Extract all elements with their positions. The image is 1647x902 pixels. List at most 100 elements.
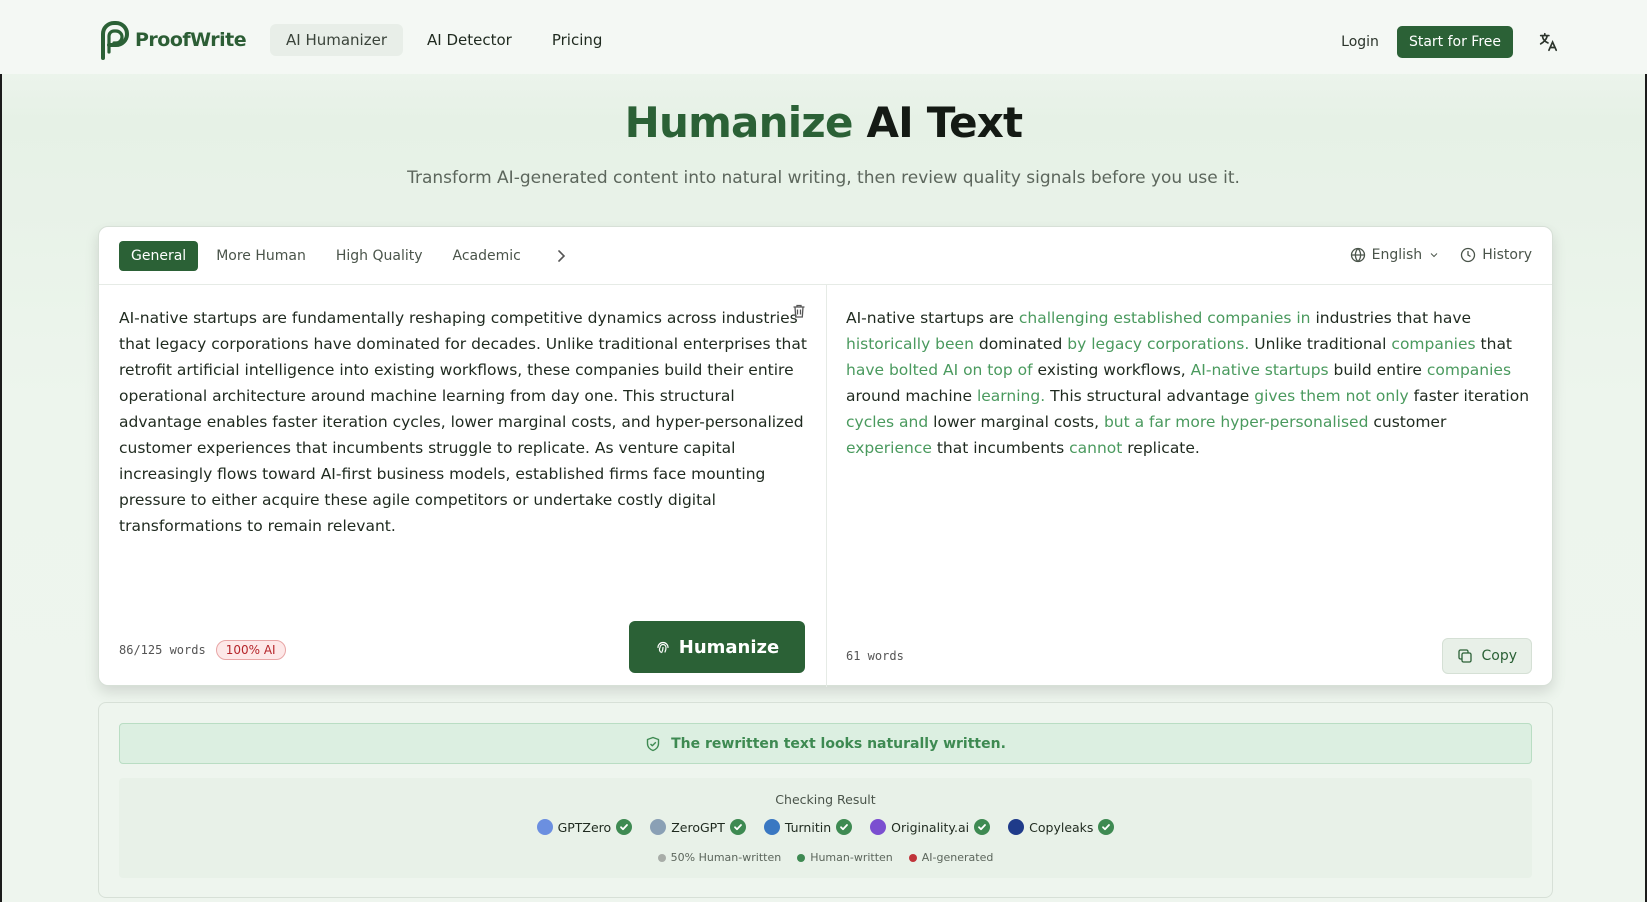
clock-icon [1461, 247, 1476, 263]
tab-academic[interactable]: Academic [441, 241, 533, 271]
detector-name: Originality.ai [891, 819, 970, 835]
humanize-button[interactable]: Humanize [629, 621, 805, 673]
rewritten-segment: AI-native startups [1190, 361, 1329, 379]
shield-check-icon [646, 736, 660, 751]
header-actions: Login Start for Free [1335, 26, 1559, 58]
checking-result-title: Checking Result [775, 792, 876, 807]
output-segment: around machine [846, 387, 977, 405]
detector-name: Copyleaks [1029, 819, 1094, 835]
rewritten-segment: cycles and [846, 413, 929, 431]
check-icon [836, 819, 853, 835]
history-button[interactable]: History [1460, 247, 1532, 263]
result-banner-text: The rewritten text looks naturally writt… [671, 735, 1006, 752]
legend-label: AI-generated [921, 851, 994, 864]
output-segment: that incumbents [931, 439, 1070, 457]
detector-logo-icon [650, 819, 667, 835]
detector-logo-icon [536, 819, 553, 835]
legend-item: Human-written [797, 851, 893, 864]
detector-originality-ai: Originality.ai [870, 819, 991, 835]
legend-item: 50% Human-written [657, 851, 782, 864]
legend-item: AI-generated [908, 851, 994, 864]
detector-copyleaks: Copyleaks [1008, 819, 1115, 835]
legend-dot-icon [657, 853, 666, 862]
chevron-down-icon [1430, 253, 1438, 258]
nav-pricing[interactable]: Pricing [536, 24, 619, 56]
humanize-label: Humanize [678, 636, 780, 658]
history-label: History [1482, 247, 1532, 263]
editor-tools: English History [1350, 247, 1532, 263]
input-textarea[interactable]: AI-native startups are fundamentally res… [119, 305, 809, 539]
rewritten-segment: challenging established companies in [1018, 309, 1311, 327]
tab-more-human[interactable]: More Human [204, 241, 318, 271]
detector-name: ZeroGPT [671, 819, 725, 835]
output-segment: that [1475, 335, 1513, 353]
detector-list: GPTZero ZeroGPT Turnitin Originality.ai Copy… [119, 819, 1532, 835]
main-nav: AI Humanizer AI Detector Pricing [270, 24, 618, 56]
output-text: AI-native startups are challenging estab… [846, 305, 1536, 461]
input-word-count: 86/125 words [119, 643, 206, 657]
tab-general[interactable]: General [119, 241, 199, 271]
fingerprint-icon [657, 641, 669, 654]
result-panel: The rewritten text looks naturally writt… [98, 702, 1553, 898]
trash-icon[interactable] [791, 303, 807, 319]
chevron-right-icon[interactable] [549, 244, 573, 268]
tab-high-quality[interactable]: High Quality [324, 241, 435, 271]
result-banner: The rewritten text looks naturally writt… [119, 723, 1532, 764]
output-segment: industries that have [1310, 309, 1472, 327]
check-icon [729, 819, 746, 835]
rewritten-segment: but a far more hyper-personalised [1103, 413, 1369, 431]
pane-divider [826, 285, 827, 687]
detector-logo-icon [1008, 819, 1025, 835]
legend-label: Human-written [810, 851, 893, 864]
output-segment: This structural advantage [1045, 387, 1255, 405]
rewritten-segment: cannot [1069, 439, 1123, 457]
rewritten-segment: by legacy corporations. [1067, 335, 1250, 353]
output-segment: dominated [973, 335, 1068, 353]
site-header: ProofWrite AI Humanizer AI Detector Pric… [0, 0, 1647, 74]
login-link[interactable]: Login [1335, 28, 1385, 56]
language-select[interactable]: English [1350, 247, 1441, 263]
page-title: Humanize AI Text [0, 98, 1647, 147]
brand-name: ProofWrite [135, 29, 247, 51]
detector-turnitin: Turnitin [763, 819, 853, 835]
detector-name: GPTZero [557, 819, 612, 835]
checking-result: Checking Result GPTZero ZeroGPT Turnitin Or… [119, 778, 1532, 878]
detector-logo-icon [763, 819, 780, 835]
page-subtitle: Transform AI-generated content into natu… [407, 168, 1240, 188]
legend-label: 50% Human-written [670, 851, 782, 864]
rewritten-segment: have bolted AI on top of [846, 361, 1033, 379]
rewritten-segment: companies [1426, 361, 1512, 379]
mode-tabs: General More Human High Quality Academic [119, 241, 573, 271]
legend-dot-icon [908, 853, 917, 862]
copy-icon [1458, 649, 1473, 663]
language-value: English [1371, 247, 1423, 263]
proofwrite-logo-icon [101, 21, 129, 60]
translate-icon[interactable] [1537, 31, 1559, 53]
copy-label: Copy [1481, 648, 1517, 664]
nav-ai-humanizer[interactable]: AI Humanizer [270, 24, 403, 56]
output-segment: faster iteration [1408, 387, 1530, 405]
output-segment: Unlike traditional [1249, 335, 1392, 353]
rewritten-segment: historically been [846, 335, 974, 353]
check-icon [616, 819, 633, 835]
detector-logo-icon [870, 819, 887, 835]
rewritten-segment: companies [1391, 335, 1476, 353]
rewritten-segment: learning. [976, 387, 1046, 405]
detector-name: Turnitin [784, 819, 832, 835]
result-legend: 50% Human-written Human-written AI-generat… [119, 851, 1532, 864]
detector-zerogpt: ZeroGPT [650, 819, 746, 835]
mode-tabbar: General More Human High Quality Academic… [99, 227, 1552, 285]
nav-ai-detector[interactable]: AI Detector [411, 24, 528, 56]
detector-gptzero: GPTZero [536, 819, 633, 835]
output-segment: customer [1368, 413, 1447, 431]
output-segment: build entire [1328, 361, 1427, 379]
output-segment: replicate. [1122, 439, 1200, 457]
start-for-free-button[interactable]: Start for Free [1396, 26, 1513, 58]
copy-button[interactable]: Copy [1442, 638, 1532, 674]
output-word-count: 61 words [846, 649, 904, 663]
page-title-accent: Humanize [624, 98, 854, 147]
input-word-count-row: 86/125 words 100% AI [119, 640, 286, 660]
rewritten-segment: experience [846, 439, 932, 457]
brand-logo[interactable]: ProofWrite [97, 20, 247, 60]
humanizer-card: General More Human High Quality Academic… [98, 226, 1553, 687]
